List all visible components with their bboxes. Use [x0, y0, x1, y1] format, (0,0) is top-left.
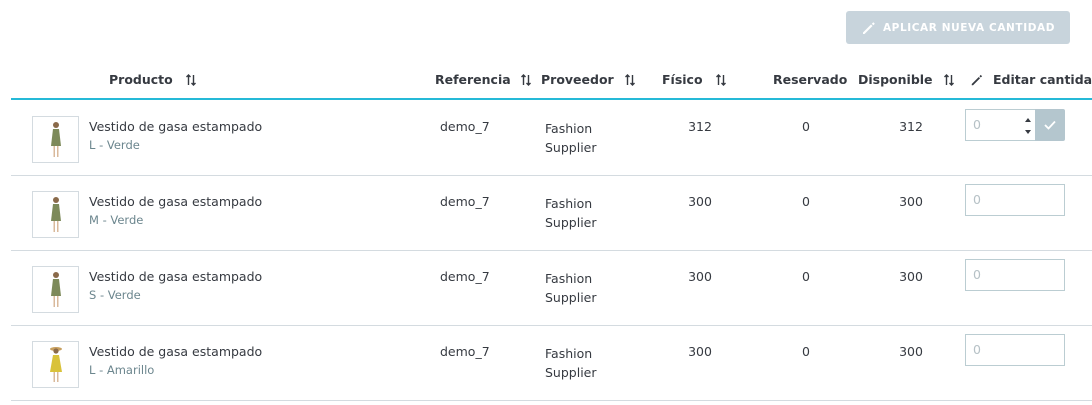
check-icon: [1044, 120, 1056, 130]
physical-quantity: 300: [688, 344, 712, 359]
table-row: Vestido de gasa estampado S - Verde demo…: [11, 250, 1092, 325]
column-header-product[interactable]: Producto: [109, 72, 173, 87]
product-reference: demo_7: [440, 119, 490, 134]
physical-quantity: 312: [688, 119, 712, 134]
product-attributes: L - Verde: [89, 138, 140, 152]
pencil-icon: [971, 74, 983, 86]
product-name: Vestido de gasa estampado: [89, 119, 263, 134]
table-row: Vestido de gasa estampado L - Amarillo d…: [11, 325, 1092, 400]
row-divider: [11, 400, 1092, 401]
product-reference: demo_7: [440, 344, 490, 359]
product-attributes: M - Verde: [89, 213, 144, 227]
sort-icon[interactable]: [185, 73, 197, 87]
product-supplier: Fashion Supplier: [545, 269, 597, 307]
column-header-physical[interactable]: Físico: [662, 72, 703, 87]
supplier-line-1: Fashion: [545, 121, 593, 136]
sort-icon[interactable]: [943, 73, 955, 87]
product-name: Vestido de gasa estampado: [89, 194, 263, 209]
supplier-line-1: Fashion: [545, 196, 593, 211]
edit-quantity-input[interactable]: 0: [965, 184, 1065, 216]
available-quantity: 300: [899, 269, 923, 284]
product-supplier: Fashion Supplier: [545, 194, 597, 232]
pencil-icon: [862, 21, 875, 34]
dress-icon: [50, 196, 61, 232]
physical-quantity: 300: [688, 269, 712, 284]
sort-icon[interactable]: [520, 73, 532, 87]
supplier-line-2: Supplier: [545, 140, 597, 155]
product-thumbnail: [32, 341, 79, 388]
apply-new-quantity-label: APLICAR NUEVA CANTIDAD: [882, 21, 1056, 34]
dress-icon: [50, 121, 61, 157]
quantity-stepper[interactable]: [1023, 113, 1033, 139]
physical-quantity: 300: [688, 194, 712, 209]
product-thumbnail: [32, 191, 79, 238]
supplier-line-2: Supplier: [545, 365, 597, 380]
column-header-available[interactable]: Disponible: [858, 72, 933, 87]
product-supplier: Fashion Supplier: [545, 119, 597, 157]
product-name: Vestido de gasa estampado: [89, 269, 263, 284]
table-row: Vestido de gasa estampado L - Verde demo…: [11, 100, 1092, 175]
supplier-line-2: Supplier: [545, 215, 597, 230]
product-thumbnail: [32, 266, 79, 313]
product-attributes: L - Amarillo: [89, 363, 155, 377]
available-quantity: 312: [899, 119, 923, 134]
available-quantity: 300: [899, 194, 923, 209]
sort-icon[interactable]: [715, 73, 727, 87]
reserved-quantity: 0: [802, 194, 810, 209]
reserved-quantity: 0: [802, 119, 810, 134]
product-name: Vestido de gasa estampado: [89, 344, 263, 359]
dress-icon: [49, 346, 62, 382]
product-reference: demo_7: [440, 269, 490, 284]
table-row: Vestido de gasa estampado M - Verde demo…: [11, 175, 1092, 250]
dress-icon: [50, 271, 61, 307]
reserved-quantity: 0: [802, 269, 810, 284]
column-header-edit-quantity: Editar cantidad: [993, 72, 1092, 87]
column-header-reserved: Reservado: [773, 72, 848, 87]
product-supplier: Fashion Supplier: [545, 344, 597, 382]
supplier-line-2: Supplier: [545, 290, 597, 305]
supplier-line-1: Fashion: [545, 271, 593, 286]
product-thumbnail: [32, 116, 79, 163]
column-header-reference[interactable]: Referencia: [435, 72, 511, 87]
sort-icon[interactable]: [624, 73, 636, 87]
product-reference: demo_7: [440, 194, 490, 209]
reserved-quantity: 0: [802, 344, 810, 359]
supplier-line-1: Fashion: [545, 346, 593, 361]
available-quantity: 300: [899, 344, 923, 359]
apply-new-quantity-button[interactable]: APLICAR NUEVA CANTIDAD: [846, 11, 1070, 44]
edit-quantity-input[interactable]: 0: [965, 259, 1065, 291]
confirm-quantity-button[interactable]: [1035, 109, 1065, 141]
edit-quantity-input[interactable]: 0: [965, 334, 1065, 366]
column-header-supplier[interactable]: Proveedor: [541, 72, 614, 87]
product-attributes: S - Verde: [89, 288, 141, 302]
